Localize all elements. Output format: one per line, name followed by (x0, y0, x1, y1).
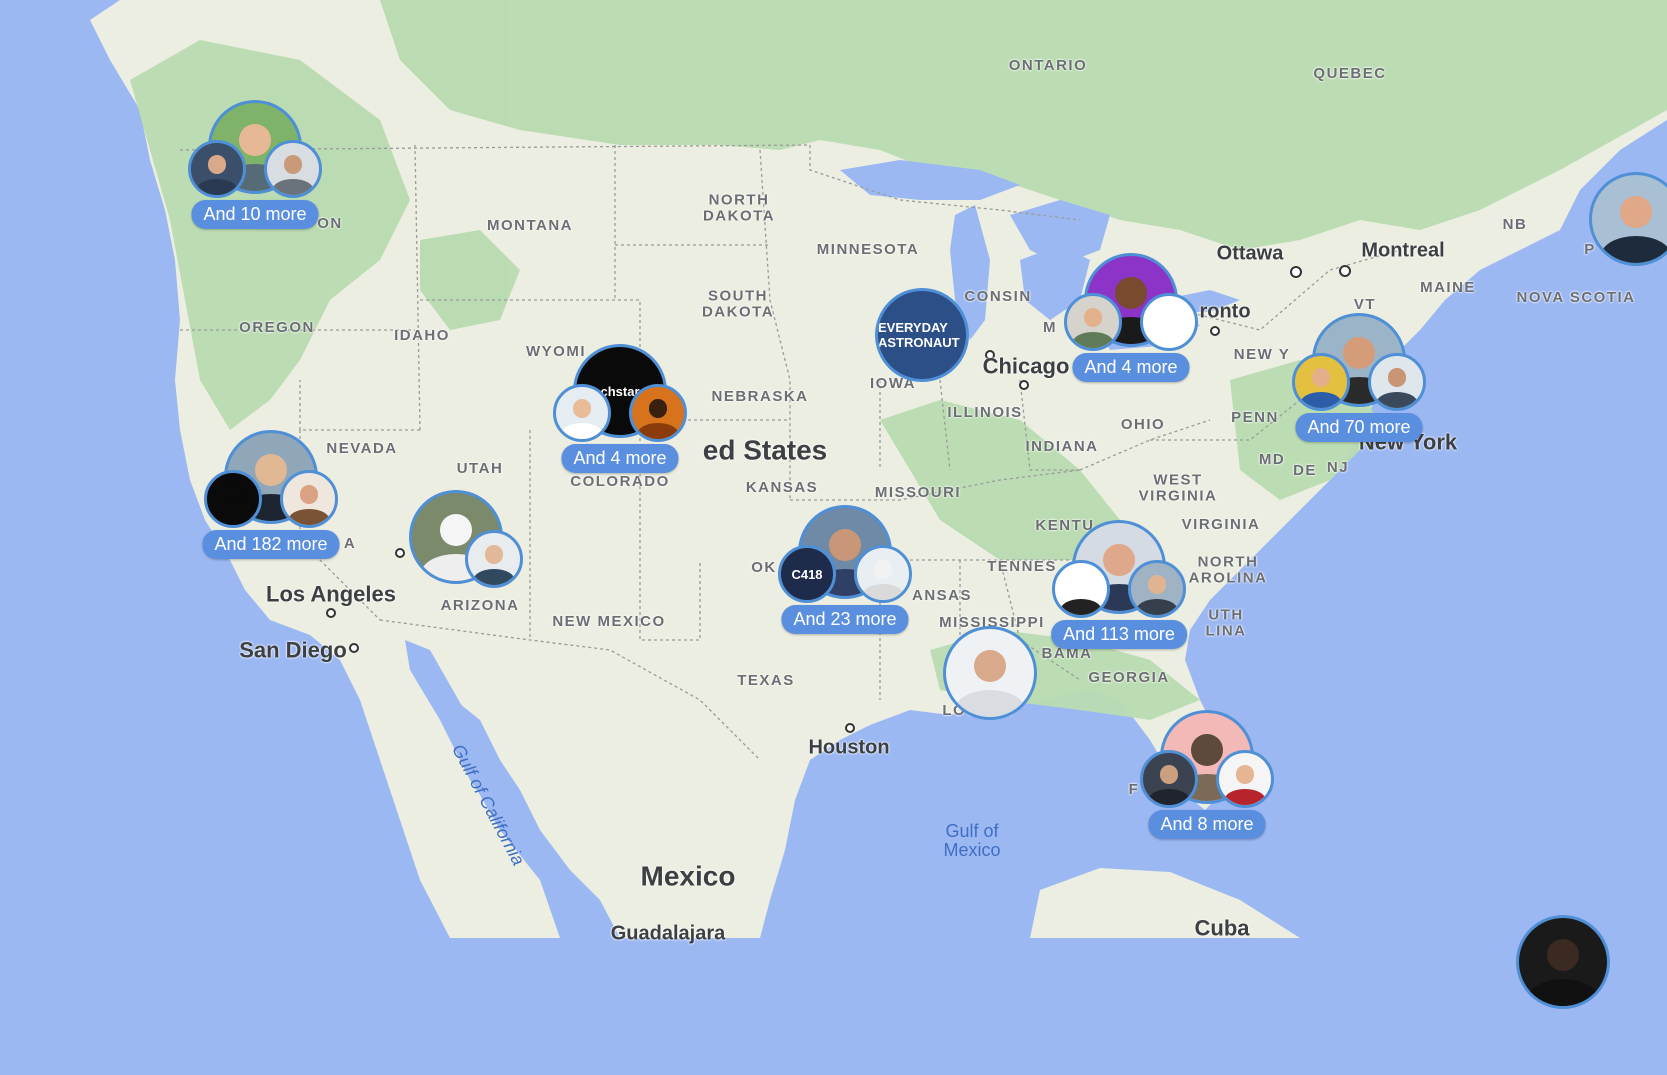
avatar-secondary-right[interactable] (264, 140, 322, 198)
avatar-secondary-left[interactable] (204, 470, 262, 528)
profile-cluster-cuba-edge[interactable] (1488, 915, 1638, 1075)
avatar-secondary-right[interactable] (629, 384, 687, 442)
avatar-secondary-right[interactable] (1128, 560, 1186, 618)
avatar-secondary-left[interactable] (1140, 750, 1198, 808)
more-count-badge[interactable]: And 4 more (1072, 353, 1190, 382)
avatar-secondary-left[interactable] (1064, 293, 1122, 351)
profile-cluster-nova-scotia[interactable] (1561, 172, 1667, 332)
profile-cluster-bay-area[interactable]: And 182 more (196, 430, 346, 590)
more-count-badge[interactable]: And 113 more (1051, 620, 1187, 649)
more-count-badge[interactable]: And 8 more (1148, 810, 1266, 839)
more-count-badge[interactable]: And 70 more (1295, 413, 1423, 442)
avatar-secondary-left[interactable] (553, 384, 611, 442)
more-count-badge[interactable]: And 4 more (561, 444, 679, 473)
avatar-secondary-right[interactable] (1216, 750, 1274, 808)
avatar-secondary-right[interactable] (280, 470, 338, 528)
avatar-secondary-right[interactable] (465, 530, 523, 588)
profile-cluster-alabama[interactable] (915, 626, 1065, 786)
profile-cluster-dallas[interactable]: C418 And 23 more (770, 505, 920, 665)
profile-cluster-arizona[interactable] (381, 490, 531, 650)
avatar-secondary-left[interactable] (188, 140, 246, 198)
profile-cluster-florida[interactable]: And 8 more (1132, 710, 1282, 870)
profile-cluster-detroit[interactable]: TKS And 4 more (1056, 253, 1206, 413)
profile-cluster-iowa[interactable]: EVERYDAY ASTRONAUT (847, 288, 997, 448)
profile-cluster-new-york[interactable]: And 70 more (1284, 313, 1434, 473)
avatar-main[interactable]: EVERYDAY ASTRONAUT (875, 288, 969, 382)
profile-cluster-carolina[interactable]: And 113 more (1044, 520, 1194, 680)
avatar-secondary-right[interactable] (1368, 353, 1426, 411)
profile-cluster-colorado[interactable]: echstars And 4 more (545, 344, 695, 504)
avatar-secondary-right[interactable] (854, 545, 912, 603)
more-count-badge[interactable]: And 10 more (191, 200, 319, 229)
profile-cluster-seattle[interactable]: And 10 more (180, 100, 330, 260)
avatar-secondary-left[interactable]: C418 (778, 545, 836, 603)
avatar-secondary-left[interactable] (1292, 353, 1350, 411)
avatar-main[interactable] (1516, 915, 1610, 1009)
avatar-secondary-right[interactable]: TKS (1140, 293, 1198, 351)
more-count-badge[interactable]: And 23 more (781, 605, 909, 634)
more-count-badge[interactable]: And 182 more (202, 530, 340, 559)
avatar-secondary-left[interactable] (1052, 560, 1110, 618)
avatar-main[interactable] (1589, 172, 1667, 266)
avatar-main[interactable] (943, 626, 1037, 720)
